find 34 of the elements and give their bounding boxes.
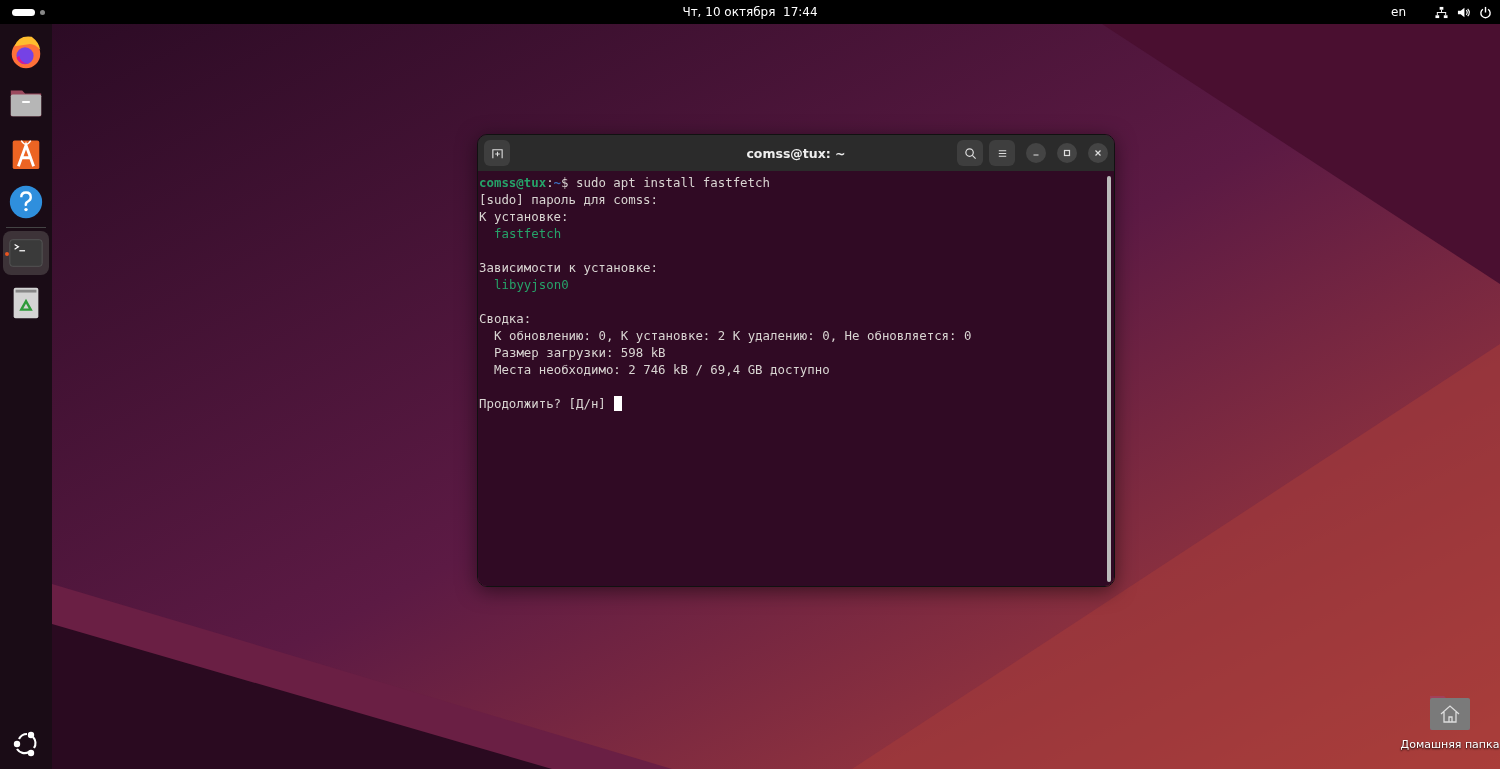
new-tab-icon xyxy=(490,146,504,160)
prompt-user: comss@tux xyxy=(479,174,547,191)
minimize-button[interactable] xyxy=(1026,143,1046,163)
clock[interactable]: Чт, 10 октября 17:44 xyxy=(682,5,818,19)
desktop-icon-label[interactable]: Домашняя папка xyxy=(1400,738,1500,751)
keyboard-layout[interactable]: en xyxy=(1391,5,1406,19)
maximize-button[interactable] xyxy=(1057,143,1077,163)
search-icon xyxy=(963,146,977,160)
maximize-icon xyxy=(1062,148,1072,158)
menu-button[interactable] xyxy=(989,140,1015,166)
package-name: libyyjson0 xyxy=(494,276,569,293)
scrollbar[interactable] xyxy=(1107,176,1111,582)
help-icon xyxy=(7,183,45,221)
close-button[interactable] xyxy=(1088,143,1108,163)
terminal-text: Продолжить? [Д/н] xyxy=(479,395,606,412)
terminal-text: Места необходимо: 2 746 kB / 69,4 GB доступно xyxy=(494,361,830,378)
network-icon[interactable] xyxy=(1435,5,1448,19)
package-name: fastfetch xyxy=(494,225,562,242)
search-button[interactable] xyxy=(957,140,983,166)
activities-indicator[interactable] xyxy=(12,8,35,16)
terminal-text: [sudo] пароль для comss: xyxy=(479,191,659,208)
workspace-dot xyxy=(40,9,45,15)
terminal-text: К обновлению: 0, К установке: 2 К удалению: 0, Не обновляется: 0 xyxy=(494,327,972,344)
power-icon[interactable] xyxy=(1479,5,1492,19)
terminal-text: Сводка: xyxy=(479,310,532,327)
terminal-text: Размер загрузки: 598 kB xyxy=(494,344,666,361)
window-title: comss@tux: ~ xyxy=(746,145,846,161)
terminal-text: К установке: xyxy=(479,208,569,225)
terminal-text: : xyxy=(546,174,554,191)
close-icon xyxy=(1093,148,1103,158)
terminal-text: Зависимости к установке: xyxy=(479,259,659,276)
prompt-path: ~ xyxy=(553,174,562,191)
terminal-text: $ sudo apt install fastfetch xyxy=(561,174,770,191)
new-tab-button[interactable] xyxy=(484,140,510,166)
